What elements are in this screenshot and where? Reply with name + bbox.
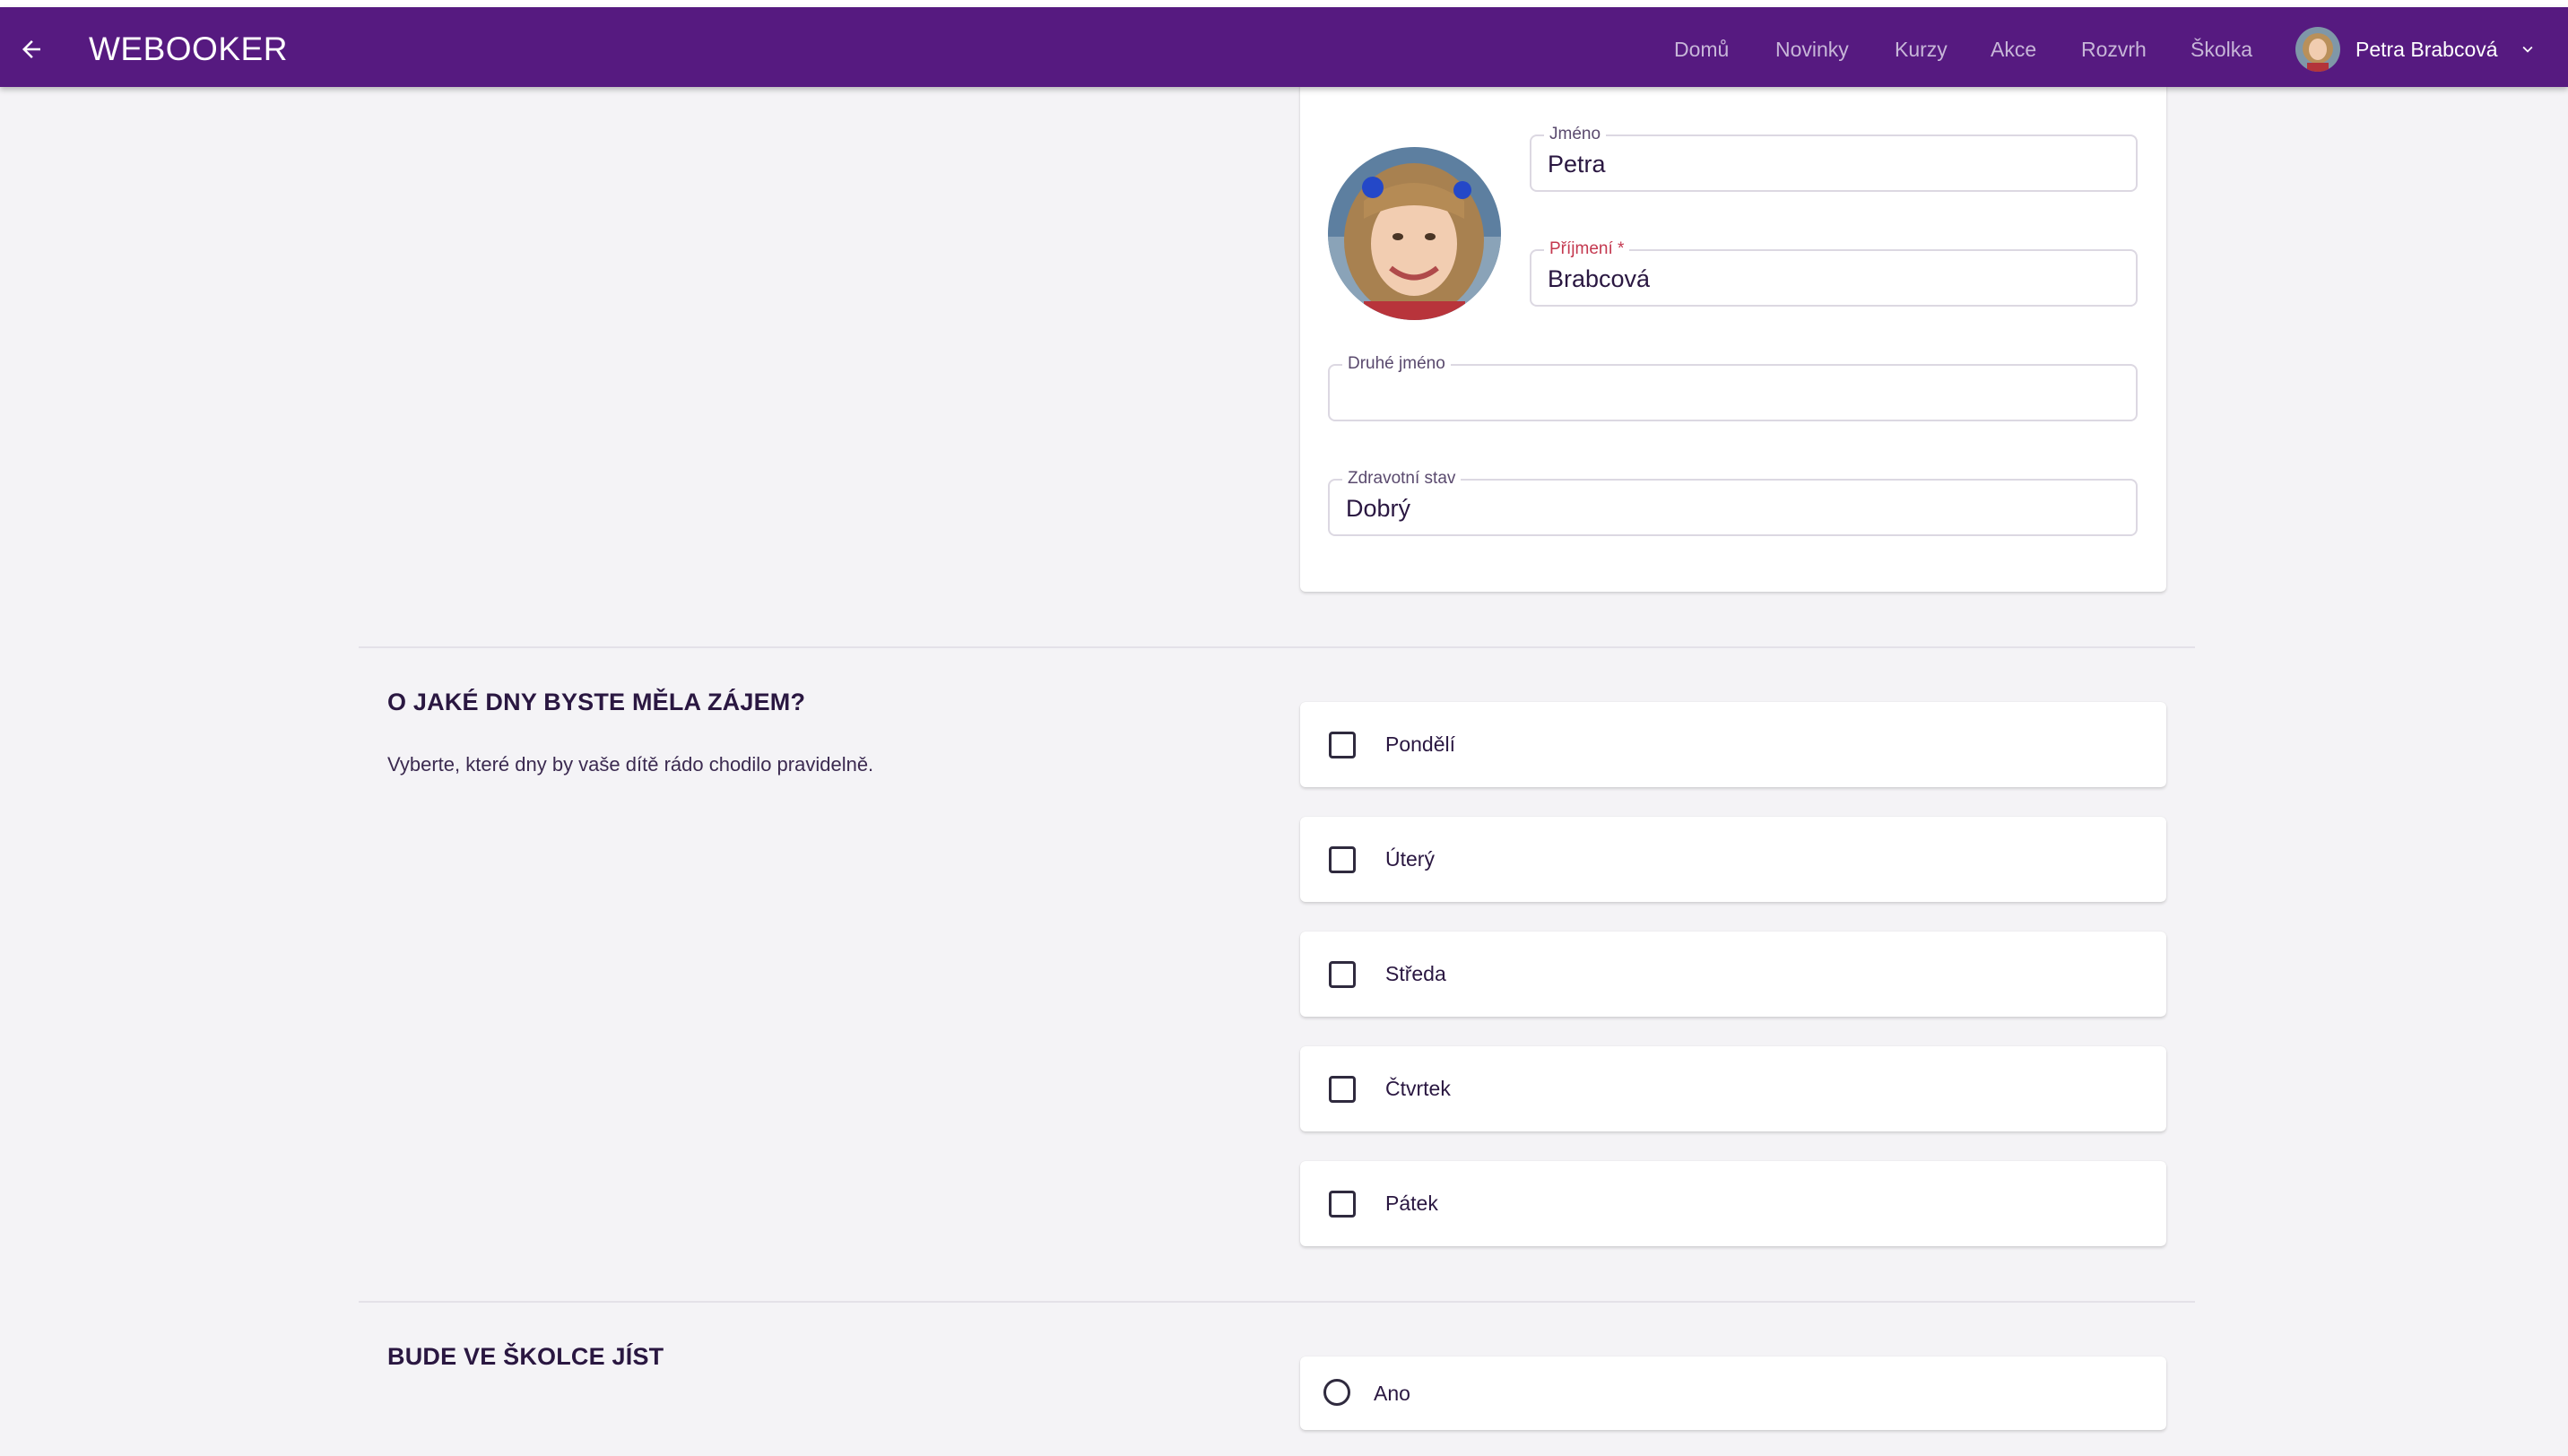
day-option-utery[interactable]: Úterý [1300,817,2166,902]
radio-button[interactable] [1323,1379,1350,1406]
health-value: Dobrý [1346,495,1411,522]
checkbox[interactable] [1329,732,1356,758]
top-strip [0,0,2568,7]
section-divider [359,1301,2195,1303]
nav-rozvrh[interactable]: Rozvrh [2081,27,2147,72]
days-section-description: Vyberte, které dny by vaše dítě rádo cho… [387,753,874,776]
day-label: Čtvrtek [1385,1077,1451,1100]
day-label: Pátek [1385,1192,1438,1215]
checkbox[interactable] [1329,961,1356,988]
app-bar: WEBOOKER Domů Novinky Kurzy Akce Rozvrh … [0,7,2568,87]
section-divider [359,646,2195,648]
nav-akce[interactable]: Akce [1991,27,2036,72]
avatar [2295,27,2340,72]
chevron-down-icon [2522,46,2533,53]
nav-novinky[interactable]: Novinky [1775,27,1849,72]
first-name-value: Petra [1548,151,1606,178]
last-name-field[interactable]: Příjmení * Brabcová [1530,238,2138,307]
user-menu[interactable]: Petra Brabcová [2295,20,2538,79]
day-option-ctvrtek[interactable]: Čtvrtek [1300,1046,2166,1131]
last-name-value: Brabcová [1548,265,1651,292]
day-option-streda[interactable]: Středa [1300,932,2166,1017]
back-button[interactable] [9,27,54,72]
first-name-field[interactable]: Jméno Petra [1530,124,2138,192]
meal-label: Ano [1374,1382,1410,1405]
middle-name-field[interactable]: Druhé jméno [1328,353,2138,421]
first-name-label: Jméno [1544,124,1607,145]
checkbox[interactable] [1329,846,1356,873]
last-name-label: Příjmení * [1544,238,1630,260]
arrow-left-icon [22,40,40,58]
health-label: Zdravotní stav [1342,468,1462,490]
day-label: Pondělí [1385,732,1456,756]
nav-domu[interactable]: Domů [1674,27,1729,72]
day-label: Středa [1385,962,1446,985]
day-option-pondeli[interactable]: Pondělí [1300,702,2166,787]
user-name: Petra Brabcová [2355,37,2498,61]
app-brand[interactable]: WEBOOKER [89,27,288,72]
days-section-title: O JAKÉ DNY BYSTE MĚLA ZÁJEM? [387,689,806,715]
health-field[interactable]: Zdravotní stav Dobrý [1328,468,2138,536]
meal-option-ano[interactable]: Ano [1300,1356,2166,1430]
middle-name-label: Druhé jméno [1342,353,1451,375]
child-photo [1328,147,1501,320]
checkbox[interactable] [1329,1191,1356,1218]
checkbox[interactable] [1329,1076,1356,1103]
day-label: Úterý [1385,847,1435,871]
meals-section-title: BUDE VE ŠKOLCE JÍST [387,1343,664,1370]
nav-kurzy[interactable]: Kurzy [1895,27,1948,72]
day-option-patek[interactable]: Pátek [1300,1161,2166,1246]
nav-skolka[interactable]: Školka [2191,27,2252,72]
